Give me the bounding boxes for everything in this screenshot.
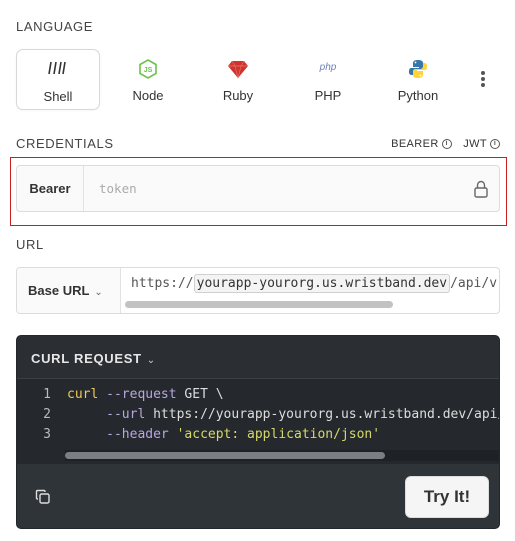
url-path: /api/v [450, 276, 498, 291]
credentials-header: CREDENTIALS BEARER i JWT i [16, 136, 500, 154]
url-scrollbar[interactable] [125, 301, 393, 308]
code-text: GET \ [176, 387, 224, 402]
auth-option-bearer[interactable]: BEARER i [391, 138, 452, 150]
language-option-python[interactable]: Python [376, 49, 460, 110]
url-scheme: https:// [131, 276, 194, 291]
language-option-node[interactable]: JS Node [106, 49, 190, 110]
base-url-label: Base URL [28, 283, 90, 298]
info-icon[interactable]: i [490, 139, 500, 149]
line-number: 1 [43, 387, 51, 402]
copy-icon[interactable] [35, 489, 51, 505]
bearer-token-field: Bearer [16, 165, 500, 212]
language-selector: Shell JS Node Ruby php PHP Python [16, 49, 500, 111]
language-section-title: LANGUAGE [16, 19, 94, 34]
code-flag: --url [106, 407, 146, 422]
code-flag: --header [106, 427, 169, 442]
node-icon: JS [106, 59, 190, 81]
auth-option-jwt[interactable]: JWT i [463, 138, 500, 150]
curl-request-title: CURL REQUEST [31, 351, 142, 366]
url-section-title: URL [16, 237, 44, 252]
code-scrollbar[interactable] [65, 452, 385, 459]
base-url-dropdown[interactable]: Base URL ⌄ [17, 268, 121, 313]
php-icon: php [286, 59, 370, 81]
language-option-label: Node [132, 88, 164, 103]
more-languages-button[interactable] [476, 69, 490, 89]
credentials-section-title: CREDENTIALS [16, 136, 114, 151]
curl-request-panel: CURL REQUEST ⌄ 1 curl --request GET \ 2 --… [16, 335, 500, 529]
auth-option-label: BEARER [391, 138, 439, 150]
auth-type-options: BEARER i JWT i [383, 138, 500, 150]
code-command: curl [67, 387, 99, 402]
code-line: 2 --url https://yourapp-yourorg.us.wrist… [17, 407, 500, 422]
chevron-down-icon: ⌄ [94, 287, 103, 298]
python-icon [376, 59, 460, 81]
svg-text:php: php [319, 62, 337, 73]
url-value[interactable]: https://yourapp-yourorg.us.wristband.dev… [131, 274, 497, 293]
language-option-ruby[interactable]: Ruby [196, 49, 280, 110]
code-text: https://yourapp-yourorg.us.wristband.dev… [145, 407, 500, 422]
try-it-button[interactable]: Try It! [405, 476, 489, 518]
svg-text:JS: JS [144, 67, 153, 74]
ruby-icon [196, 59, 280, 81]
lock-icon [473, 180, 489, 198]
language-option-shell[interactable]: Shell [16, 49, 100, 110]
info-icon[interactable]: i [441, 139, 452, 149]
bearer-label: Bearer [17, 166, 84, 211]
shell-icon [17, 60, 99, 82]
curl-request-footer: Try It! [17, 464, 499, 528]
language-option-label: PHP [314, 88, 342, 103]
code-flag: --request [106, 387, 177, 402]
curl-request-toggle[interactable]: CURL REQUEST ⌄ [31, 351, 156, 366]
token-input[interactable] [85, 166, 465, 211]
line-number: 2 [43, 407, 51, 422]
auth-option-label: JWT [463, 138, 487, 150]
language-option-label: Ruby [222, 88, 254, 103]
language-option-label: Python [397, 88, 439, 103]
language-option-label: Shell [43, 89, 73, 104]
url-host-variable[interactable]: yourapp-yourorg.us.wristband.dev [193, 274, 451, 293]
code-string: 'accept: application/json' [176, 427, 381, 442]
curl-request-header: CURL REQUEST ⌄ [17, 336, 499, 379]
more-vertical-icon [476, 71, 490, 91]
url-field: Base URL ⌄ https://yourapp-yourorg.us.wri… [16, 267, 500, 314]
code-line: 1 curl --request GET \ [17, 387, 224, 402]
language-option-php[interactable]: php PHP [286, 49, 370, 110]
chevron-down-icon: ⌄ [146, 355, 156, 366]
line-number: 3 [43, 427, 51, 442]
code-line: 3 --header 'accept: application/json' [17, 427, 380, 442]
